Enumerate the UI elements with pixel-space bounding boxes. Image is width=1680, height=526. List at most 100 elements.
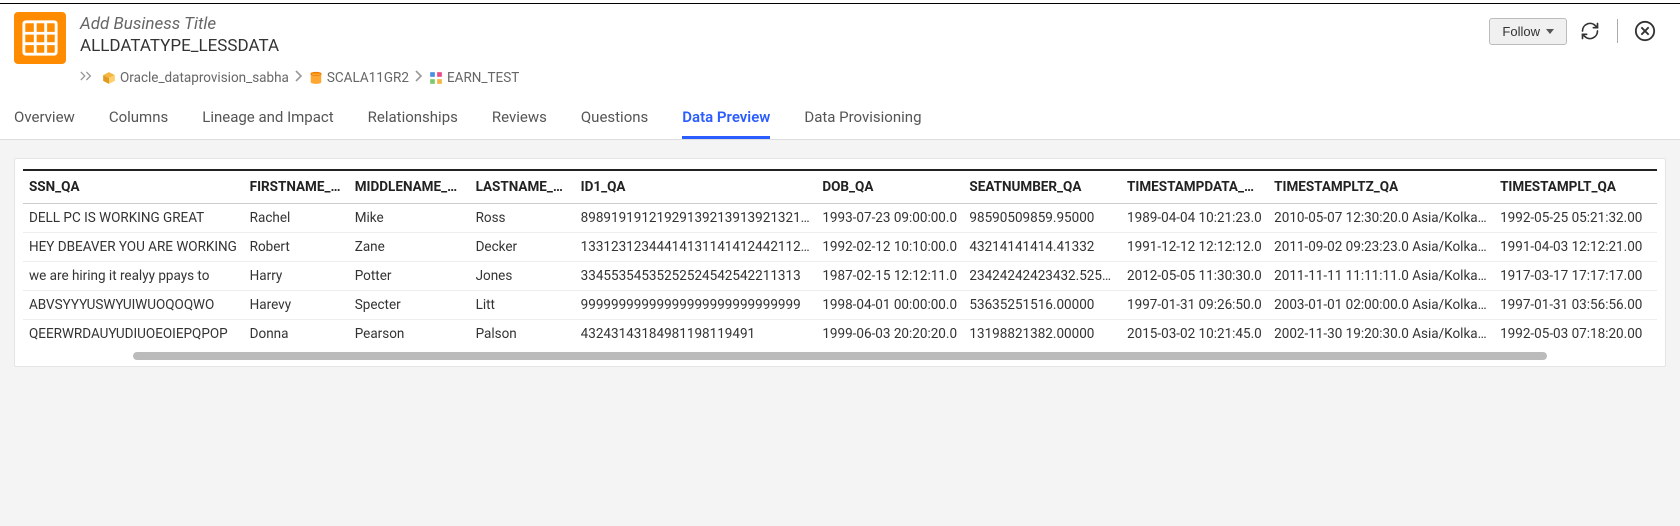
chevron-down-icon bbox=[1546, 29, 1554, 34]
object-type-icon bbox=[14, 12, 66, 64]
table-cell: Jones bbox=[470, 262, 575, 291]
table-cell: Harevy bbox=[244, 291, 349, 320]
table-cell: DELL PC IS WORKING GREAT bbox=[23, 204, 244, 233]
schema-icon bbox=[429, 71, 443, 85]
table-cell: 99999999999999999999999999999 bbox=[575, 291, 817, 320]
breadcrumb-chevrons-icon bbox=[80, 70, 96, 86]
table-cell: Decker bbox=[470, 233, 575, 262]
table-cell: 43243143184981198119491 bbox=[575, 320, 817, 349]
table-cell: 23424242423432.52525 bbox=[963, 262, 1121, 291]
table-row[interactable]: QEERWRDAUYUDIUOEOIEPQPOPDonnaPearsonPals… bbox=[23, 320, 1657, 349]
breadcrumb-item-connection[interactable]: Oracle_dataprovision_sabha bbox=[102, 70, 289, 86]
table-cell: 33455354535252524542542211313 bbox=[575, 262, 817, 291]
page-header: Add Business Title ALLDATATYPE_LESSDATA … bbox=[0, 4, 1680, 64]
table-cell: 2011-11-11 11:11:11.0 Asia/Kolkata bbox=[1268, 262, 1494, 291]
table-cell: 1991-04-03 12:12:21.00 bbox=[1494, 233, 1657, 262]
follow-button-label: Follow bbox=[1502, 24, 1540, 39]
table-row[interactable]: ABVSYYYUSWYUIWUOQOQWOHarevySpecterLitt99… bbox=[23, 291, 1657, 320]
table-cell: 1992-02-12 10:10:00.0 bbox=[816, 233, 963, 262]
column-header[interactable]: TIMESTAMPLTZ_QA bbox=[1268, 170, 1494, 204]
table-cell: 2003-01-01 02:00:00.0 Asia/Kolkata bbox=[1268, 291, 1494, 320]
table-cell: 2011-09-02 09:23:23.0 Asia/Kolkata bbox=[1268, 233, 1494, 262]
table-cell: 1331231234441413114141244211212 bbox=[575, 233, 817, 262]
table-cell: 1992-05-25 05:21:32.00 bbox=[1494, 204, 1657, 233]
table-cell: Potter bbox=[349, 262, 470, 291]
data-preview-table-wrap: SSN_QAFIRSTNAME_QAMIDDLENAME_QALASTNAME_… bbox=[14, 158, 1666, 367]
refresh-button[interactable] bbox=[1575, 16, 1605, 46]
breadcrumb-label: Oracle_dataprovision_sabha bbox=[120, 70, 289, 86]
cube-icon bbox=[102, 71, 116, 85]
table-body: DELL PC IS WORKING GREATRachelMikeRoss89… bbox=[23, 204, 1657, 349]
tab-reviews[interactable]: Reviews bbox=[492, 96, 547, 139]
column-header[interactable]: SSN_QA bbox=[23, 170, 244, 204]
table-cell: 2012-05-05 11:30:30.0 bbox=[1121, 262, 1268, 291]
table-cell: Robert bbox=[244, 233, 349, 262]
table-cell: Specter bbox=[349, 291, 470, 320]
table-row[interactable]: HEY DBEAVER YOU ARE WORKINGRobertZaneDec… bbox=[23, 233, 1657, 262]
tab-data-preview[interactable]: Data Preview bbox=[682, 96, 770, 139]
breadcrumb: Oracle_dataprovision_sabha SCALA11GR2 EA… bbox=[0, 64, 1680, 96]
tab-overview[interactable]: Overview bbox=[14, 96, 75, 139]
table-cell: we are hiring it realyy ppays to bbox=[23, 262, 244, 291]
table-cell: 13198821382.00000 bbox=[963, 320, 1121, 349]
column-header[interactable]: TIMESTAMPLT_QA bbox=[1494, 170, 1657, 204]
table-cell: 1992-05-03 07:18:20.00 bbox=[1494, 320, 1657, 349]
chevron-right-icon bbox=[295, 70, 303, 86]
data-preview-table: SSN_QAFIRSTNAME_QAMIDDLENAME_QALASTNAME_… bbox=[23, 169, 1657, 348]
vertical-divider bbox=[1617, 19, 1618, 43]
database-icon bbox=[309, 71, 323, 85]
breadcrumb-item-database[interactable]: SCALA11GR2 bbox=[309, 70, 409, 86]
column-header[interactable]: DOB_QA bbox=[816, 170, 963, 204]
table-cell: 2010-05-07 12:30:20.0 Asia/Kolkata bbox=[1268, 204, 1494, 233]
table-cell: 53635251516.00000 bbox=[963, 291, 1121, 320]
table-cell: QEERWRDAUYUDIUOEOIEPQPOP bbox=[23, 320, 244, 349]
table-cell: Mike bbox=[349, 204, 470, 233]
column-header[interactable]: LASTNAME_QA bbox=[470, 170, 575, 204]
table-header-row: SSN_QAFIRSTNAME_QAMIDDLENAME_QALASTNAME_… bbox=[23, 170, 1657, 204]
tab-columns[interactable]: Columns bbox=[109, 96, 168, 139]
column-header[interactable]: TIMESTAMPDATA_QA bbox=[1121, 170, 1268, 204]
table-cell: 1991-12-12 12:12:12.0 bbox=[1121, 233, 1268, 262]
table-cell: 1989-04-04 10:21:23.0 bbox=[1121, 204, 1268, 233]
table-cell: 98590509859.95000 bbox=[963, 204, 1121, 233]
table-cell: Palson bbox=[470, 320, 575, 349]
breadcrumb-item-schema[interactable]: EARN_TEST bbox=[429, 70, 519, 86]
table-cell: Harry bbox=[244, 262, 349, 291]
column-header[interactable]: FIRSTNAME_QA bbox=[244, 170, 349, 204]
breadcrumb-label: SCALA11GR2 bbox=[327, 70, 409, 86]
table-cell: 1997-01-31 03:56:56.00 bbox=[1494, 291, 1657, 320]
tab-bar: Overview Columns Lineage and Impact Relatio… bbox=[0, 96, 1680, 140]
table-cell: 2015-03-02 10:21:45.0 bbox=[1121, 320, 1268, 349]
table-cell: Litt bbox=[470, 291, 575, 320]
table-cell: 1999-06-03 20:20:20.0 bbox=[816, 320, 963, 349]
column-header[interactable]: ID1_QA bbox=[575, 170, 817, 204]
table-cell: Donna bbox=[244, 320, 349, 349]
tab-relationships[interactable]: Relationships bbox=[368, 96, 458, 139]
table-cell: 1997-01-31 09:26:50.0 bbox=[1121, 291, 1268, 320]
table-cell: 43214141414.41332 bbox=[963, 233, 1121, 262]
table-cell: 1993-07-23 09:00:00.0 bbox=[816, 204, 963, 233]
tab-questions[interactable]: Questions bbox=[581, 96, 648, 139]
table-cell: Ross bbox=[470, 204, 575, 233]
tab-data-provisioning[interactable]: Data Provisioning bbox=[804, 96, 921, 139]
table-row[interactable]: DELL PC IS WORKING GREATRachelMikeRoss89… bbox=[23, 204, 1657, 233]
breadcrumb-label: EARN_TEST bbox=[447, 70, 519, 86]
table-cell: 2002-11-30 19:20:30.0 Asia/Kolkata bbox=[1268, 320, 1494, 349]
table-cell: 1987-02-15 12:12:11.0 bbox=[816, 262, 963, 291]
chevron-right-icon bbox=[415, 70, 423, 86]
business-title-input[interactable]: Add Business Title bbox=[80, 12, 279, 34]
table-cell: 1917-03-17 17:17:17.00 bbox=[1494, 262, 1657, 291]
table-cell: HEY DBEAVER YOU ARE WORKING bbox=[23, 233, 244, 262]
tab-lineage-and-impact[interactable]: Lineage and Impact bbox=[202, 96, 333, 139]
column-header[interactable]: SEATNUMBER_QA bbox=[963, 170, 1121, 204]
column-header[interactable]: MIDDLENAME_QA bbox=[349, 170, 470, 204]
table-cell: 8989191912192913921391392132193 bbox=[575, 204, 817, 233]
close-button[interactable] bbox=[1630, 16, 1660, 46]
horizontal-scrollbar[interactable] bbox=[133, 352, 1547, 360]
object-name: ALLDATATYPE_LESSDATA bbox=[80, 36, 279, 58]
table-cell: Zane bbox=[349, 233, 470, 262]
table-cell: ABVSYYYUSWYUIWUOQOQWO bbox=[23, 291, 244, 320]
table-row[interactable]: we are hiring it realyy ppays toHarryPot… bbox=[23, 262, 1657, 291]
content-area: SSN_QAFIRSTNAME_QAMIDDLENAME_QALASTNAME_… bbox=[0, 140, 1680, 385]
follow-button[interactable]: Follow bbox=[1489, 18, 1567, 45]
